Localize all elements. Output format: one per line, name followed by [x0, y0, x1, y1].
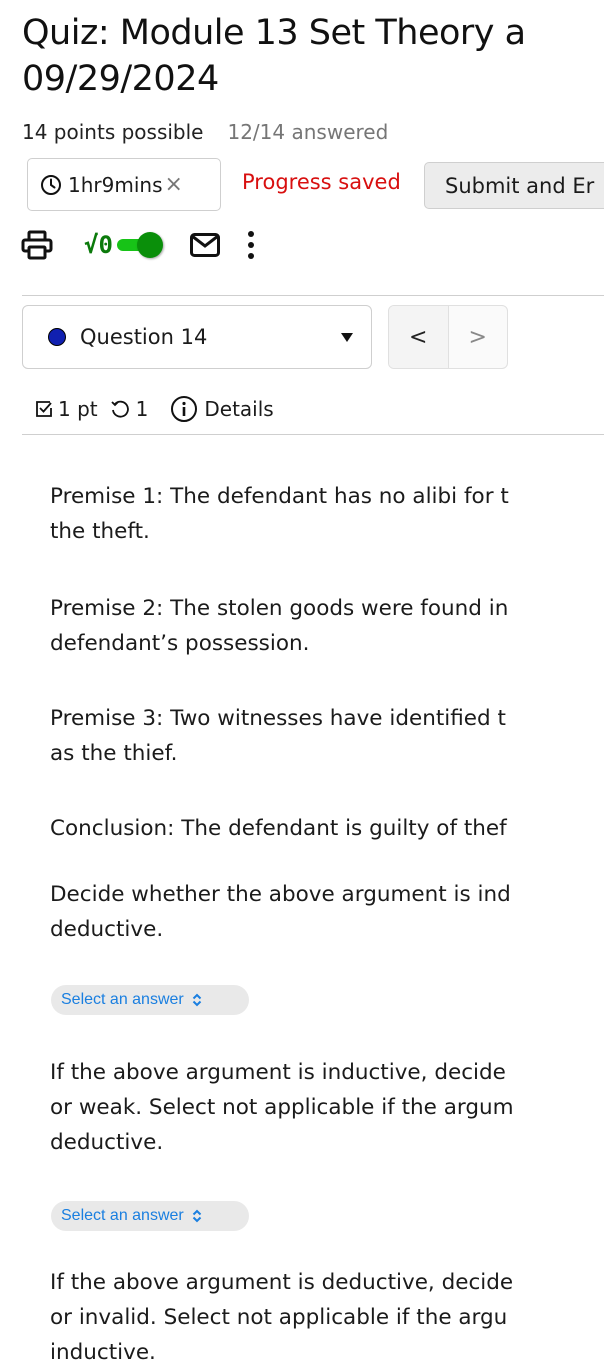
question-info: 1 pt 1 Details: [34, 392, 274, 426]
quiz-toolbar: √0: [20, 222, 255, 268]
conclusion: Conclusion: The defendant is guilty of t…: [50, 811, 604, 846]
answered-count: 12/14 answered: [227, 120, 389, 144]
premise-1-line-2: the theft.: [50, 519, 150, 544]
prompt-1-line-1: Decide whether the above argument is ind: [50, 882, 511, 907]
question-points: 1 pt: [58, 397, 98, 421]
checkbox-icon: [34, 399, 54, 419]
toolbar-divider: [22, 295, 604, 296]
kebab-menu-icon[interactable]: [247, 229, 255, 261]
conclusion-line: Conclusion: The defendant is guilty of t…: [50, 816, 507, 841]
quiz-date: 09/29/2024: [22, 59, 219, 99]
envelope-icon[interactable]: [189, 231, 221, 259]
up-down-chevron-icon: [192, 1209, 202, 1223]
prompt-2-line-1: If the above argument is inductive, deci…: [50, 1060, 506, 1085]
details-link[interactable]: Details: [204, 397, 273, 421]
question-select[interactable]: Question 14: [22, 305, 372, 369]
premise-3-line-1: Premise 3: Two witnesses have identified…: [50, 706, 506, 731]
premise-3: Premise 3: Two witnesses have identified…: [50, 701, 604, 771]
prompt-3-line-3: inductive.: [50, 1340, 156, 1365]
submit-and-end-button[interactable]: Submit and Er: [424, 162, 604, 209]
math-entry-label: √0: [84, 231, 113, 259]
printer-icon[interactable]: [20, 228, 54, 262]
prompt-2-line-3: deductive.: [50, 1130, 164, 1155]
question-header-divider: [22, 434, 604, 435]
math-entry-toggle[interactable]: [115, 232, 167, 258]
clock-icon: [40, 174, 62, 196]
question-pager: < >: [388, 305, 508, 369]
prompt-3-line-1: If the above argument is deductive, deci…: [50, 1270, 514, 1295]
question-select-value: Question 14: [80, 325, 208, 349]
timer-value: 1hr9mins: [68, 172, 163, 197]
progress-saved-status: Progress saved: [242, 170, 401, 194]
close-timer-icon[interactable]: ×: [164, 172, 182, 197]
quiz-meta: 14 points possible 12/14 answered: [22, 120, 388, 144]
prompt-1-line-2: deductive.: [50, 917, 164, 942]
question-status-dot: [48, 328, 66, 346]
previous-question-button[interactable]: <: [389, 306, 449, 368]
info-icon[interactable]: [170, 395, 198, 423]
answer-select-1-placeholder: Select an answer: [61, 991, 184, 1008]
premise-3-line-2: as the thief.: [50, 741, 178, 766]
up-down-chevron-icon: [192, 993, 202, 1007]
timer-display: 1hr9mins ×: [27, 158, 221, 211]
next-question-button[interactable]: >: [449, 306, 508, 368]
answer-select-2-placeholder: Select an answer: [61, 1207, 184, 1224]
prompt-2-line-2: or weak. Select not applicable if the ar…: [50, 1095, 514, 1120]
answer-select-1[interactable]: Select an answer: [51, 985, 249, 1015]
prompt-3-line-2: or invalid. Select not applicable if the…: [50, 1305, 508, 1330]
caret-down-icon: [341, 333, 353, 342]
premise-2-line-1: Premise 2: The stolen goods were found i…: [50, 596, 509, 621]
prompt-deductive-inductive: Decide whether the above argument is ind…: [50, 877, 604, 947]
premise-2-line-2: defendant’s possession.: [50, 631, 310, 656]
premise-2: Premise 2: The stolen goods were found i…: [50, 591, 604, 661]
points-possible: 14 points possible: [22, 120, 204, 144]
prompt-strong-weak: If the above argument is inductive, deci…: [50, 1055, 604, 1160]
answer-select-2[interactable]: Select an answer: [51, 1201, 249, 1231]
prompt-valid-invalid: If the above argument is deductive, deci…: [50, 1265, 604, 1370]
premise-1-line-1: Premise 1: The defendant has no alibi fo…: [50, 484, 509, 509]
retry-icon: [110, 399, 130, 419]
toggle-knob: [136, 232, 163, 258]
premise-1: Premise 1: The defendant has no alibi fo…: [50, 479, 604, 549]
quiz-title: Quiz: Module 13 Set Theory a: [22, 13, 526, 53]
attempts-count: 1: [135, 397, 149, 421]
